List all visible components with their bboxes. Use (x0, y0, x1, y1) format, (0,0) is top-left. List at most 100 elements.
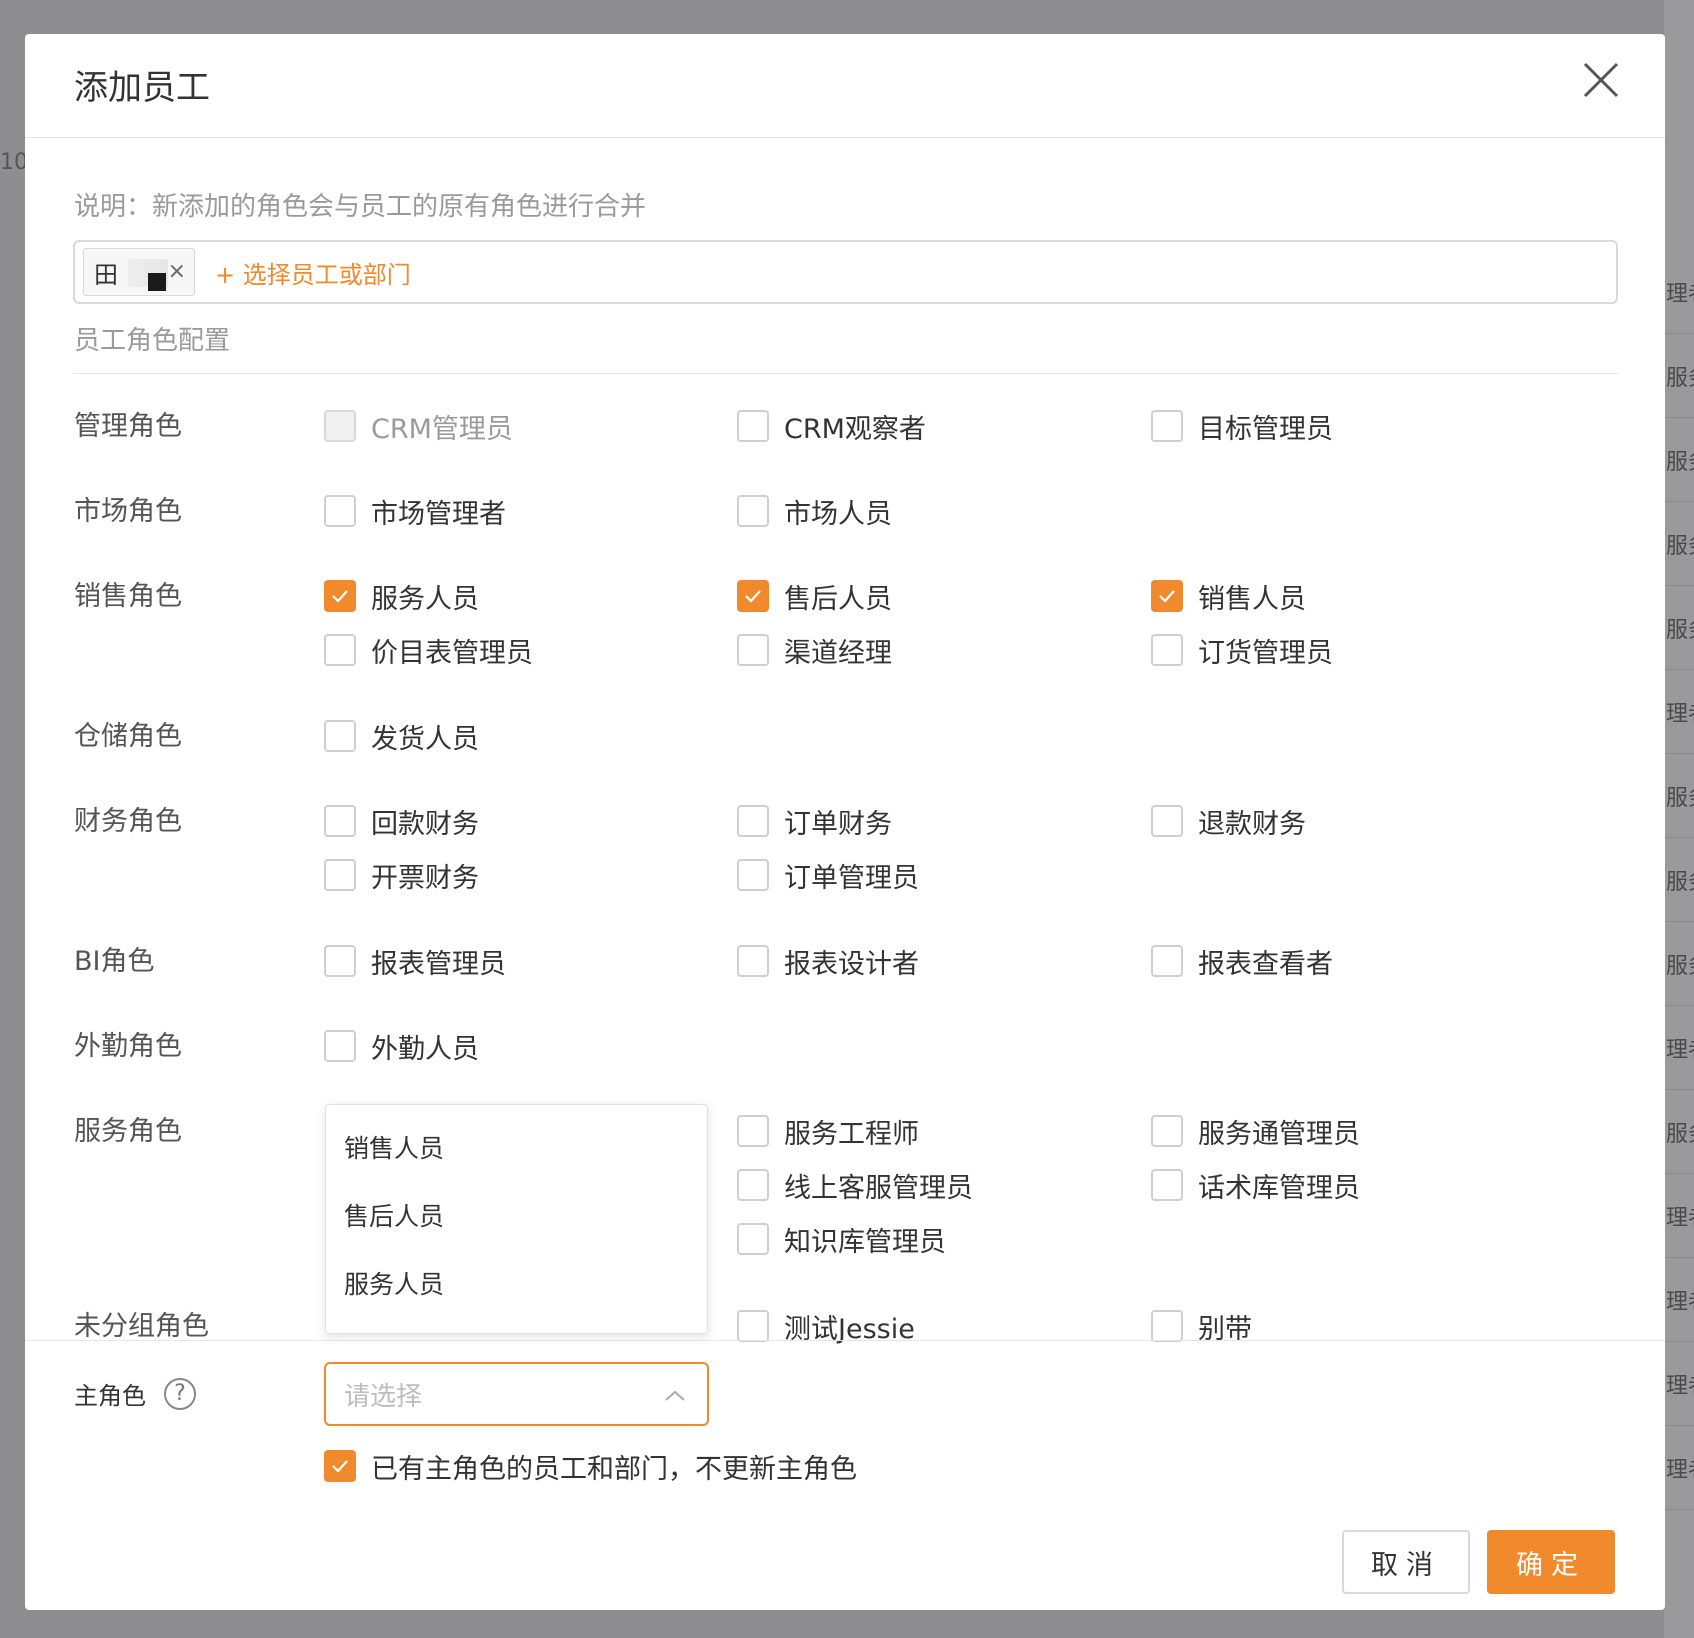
checkbox[interactable] (324, 859, 356, 891)
role-option[interactable]: 销售人员 (1151, 576, 1306, 616)
role-option[interactable]: 报表管理员 (324, 941, 506, 981)
checkbox[interactable] (1151, 945, 1183, 977)
role-option[interactable]: 订货管理员 (1151, 630, 1333, 670)
role-option-label: 发货人员 (371, 723, 479, 755)
checkbox[interactable] (1151, 580, 1183, 612)
checkbox[interactable] (737, 805, 769, 837)
dropdown-option[interactable]: 售后人员 (326, 1181, 707, 1249)
role-group-label: 财务角色 (74, 806, 182, 837)
checkbox[interactable] (737, 945, 769, 977)
add-employee-dialog: 添加员工 说明：新添加的角色会与员工的原有角色进行合并 田 × + 选择员工或部… (25, 34, 1665, 1610)
employee-selector[interactable]: 田 × + 选择员工或部门 (73, 240, 1618, 304)
role-option[interactable]: 线上客服管理员 (737, 1165, 973, 1205)
footer-divider (25, 1340, 1665, 1341)
role-option[interactable]: 报表设计者 (737, 941, 919, 981)
role-option[interactable]: 退款财务 (1151, 801, 1306, 841)
role-option-label: 回款财务 (371, 808, 479, 840)
checkbox[interactable] (737, 1115, 769, 1147)
checkbox[interactable] (737, 634, 769, 666)
role-option[interactable]: 服务人员 (324, 576, 479, 616)
check-icon (332, 1460, 348, 1473)
role-option[interactable]: 订单管理员 (737, 855, 919, 895)
role-group-label: 外勤角色 (74, 1031, 182, 1062)
select-employee-link[interactable]: + 选择员工或部门 (215, 255, 411, 290)
role-option[interactable]: 回款财务 (324, 801, 479, 841)
question-circle-icon[interactable]: ? (164, 1377, 196, 1410)
checkbox[interactable] (324, 945, 356, 977)
role-option[interactable]: 开票财务 (324, 855, 479, 895)
checkbox[interactable] (737, 1310, 769, 1342)
role-option-label: 知识库管理员 (784, 1226, 946, 1258)
checkbox[interactable] (324, 495, 356, 527)
role-option[interactable]: 话术库管理员 (1151, 1165, 1360, 1205)
keep-main-role-checkbox[interactable]: 已有主角色的员工和部门，不更新主角色 (324, 1446, 857, 1486)
background-row: 服务 (1664, 334, 1694, 418)
role-list[interactable]: 管理角色 CRM管理员 CRM观察者 目标管理员 市场角色 市场管理者 市场人员 销售角色 服务… (25, 374, 1665, 1362)
role-option[interactable]: 发货人员 (324, 716, 479, 756)
checkbox[interactable] (1151, 1115, 1183, 1147)
role-option-label: 订单管理员 (784, 862, 919, 894)
confirm-button[interactable]: 确定 (1487, 1530, 1615, 1594)
checkbox[interactable] (737, 1169, 769, 1201)
background-row: 服务 (1664, 1090, 1694, 1174)
role-option-label: 销售人员 (1198, 583, 1306, 615)
checkbox[interactable] (324, 1030, 356, 1062)
role-option[interactable]: 订单财务 (737, 801, 892, 841)
dropdown-option[interactable]: 销售人员 (326, 1113, 707, 1181)
role-option-label: 市场管理者 (371, 498, 506, 530)
role-option[interactable]: 服务工程师 (737, 1111, 919, 1151)
dropdown-option[interactable]: 服务人员 (326, 1249, 707, 1317)
checkbox[interactable] (324, 410, 356, 442)
remove-tag-icon[interactable]: × (168, 259, 186, 284)
background-row: 理者 (1664, 1342, 1694, 1426)
checkbox[interactable] (737, 1223, 769, 1255)
role-option[interactable]: 市场管理者 (324, 491, 506, 531)
close-button[interactable] (1579, 58, 1623, 102)
checkbox[interactable] (737, 580, 769, 612)
checkbox[interactable] (324, 805, 356, 837)
role-option-label: 市场人员 (784, 498, 892, 530)
checkbox[interactable] (324, 1450, 356, 1482)
checkbox[interactable] (324, 580, 356, 612)
role-option[interactable]: 渠道经理 (737, 630, 892, 670)
checkbox[interactable] (737, 495, 769, 527)
check-icon (745, 590, 761, 603)
role-option-label: 目标管理员 (1198, 413, 1333, 445)
check-icon (1159, 590, 1175, 603)
background-row: 服务 (1664, 922, 1694, 1006)
checkbox[interactable] (1151, 805, 1183, 837)
role-option-label: 话术库管理员 (1198, 1172, 1360, 1204)
role-option-label: 订货管理员 (1198, 637, 1333, 669)
background-row: 理者 (1664, 670, 1694, 754)
checkbox[interactable] (324, 720, 356, 752)
role-option[interactable]: 售后人员 (737, 576, 892, 616)
background-row: 理者 (1664, 1258, 1694, 1342)
role-option[interactable]: 市场人员 (737, 491, 892, 531)
role-option[interactable]: 报表查看者 (1151, 941, 1333, 981)
background-row: 理者 (1664, 250, 1694, 334)
role-option[interactable]: CRM观察者 (737, 406, 926, 446)
checkbox[interactable] (324, 634, 356, 666)
role-option-label: 服务工程师 (784, 1118, 919, 1150)
role-option-label: 外勤人员 (371, 1033, 479, 1065)
role-option[interactable]: 外勤人员 (324, 1026, 479, 1066)
checkbox[interactable] (1151, 410, 1183, 442)
background-row: 服务 (1664, 754, 1694, 838)
checkbox[interactable] (1151, 1169, 1183, 1201)
role-option[interactable]: 价目表管理员 (324, 630, 533, 670)
checkbox[interactable] (737, 410, 769, 442)
checkbox[interactable] (1151, 634, 1183, 666)
role-option[interactable]: CRM管理员 (324, 406, 513, 446)
role-option-label: 报表查看者 (1198, 948, 1333, 980)
checkbox[interactable] (1151, 1310, 1183, 1342)
close-icon (1583, 62, 1619, 98)
background-row: 服务 (1664, 838, 1694, 922)
role-option-label: 退款财务 (1198, 808, 1306, 840)
background-row: 服务 (1664, 502, 1694, 586)
main-role-select[interactable]: 请选择 (324, 1362, 709, 1426)
checkbox[interactable] (737, 859, 769, 891)
role-option[interactable]: 目标管理员 (1151, 406, 1333, 446)
role-option[interactable]: 服务通管理员 (1151, 1111, 1360, 1151)
role-option[interactable]: 知识库管理员 (737, 1219, 946, 1259)
cancel-button[interactable]: 取消 (1342, 1530, 1470, 1594)
